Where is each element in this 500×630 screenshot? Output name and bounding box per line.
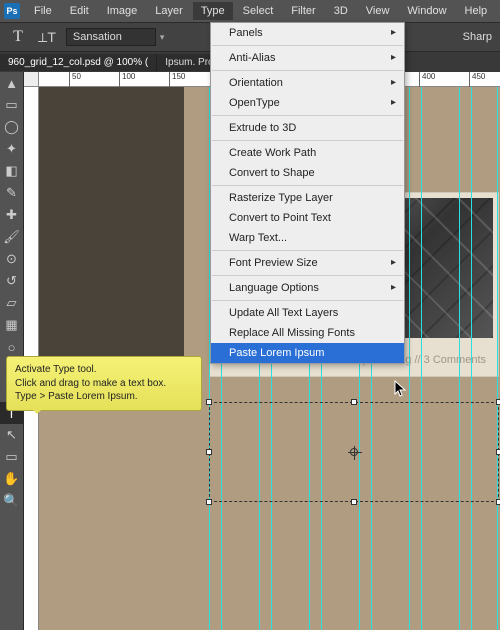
menu-image[interactable]: Image	[99, 2, 146, 20]
resize-handle[interactable]	[496, 499, 500, 505]
menu-item-convert-to-point-text[interactable]: Convert to Point Text	[211, 208, 404, 228]
menu-item-anti-alias[interactable]: Anti-Alias	[211, 48, 404, 68]
menu-item-create-work-path[interactable]: Create Work Path	[211, 143, 404, 163]
guide-line[interactable]	[421, 87, 422, 630]
menu-filter[interactable]: Filter	[283, 2, 323, 20]
resize-handle[interactable]	[206, 499, 212, 505]
shape-tool[interactable]: ▭	[0, 446, 23, 468]
ruler-corner	[24, 72, 39, 87]
resize-handle[interactable]	[206, 449, 212, 455]
document-tab[interactable]: 960_grid_12_col.psd @ 100% (	[0, 54, 157, 71]
type-tool-icon[interactable]: T	[8, 28, 28, 46]
app-icon[interactable]: Ps	[4, 3, 20, 19]
guide-line[interactable]	[409, 87, 410, 630]
menu-separator	[212, 185, 403, 186]
menu-item-panels[interactable]: Panels	[211, 23, 404, 43]
menu-item-convert-to-shape[interactable]: Convert to Shape	[211, 163, 404, 183]
menu-separator	[212, 300, 403, 301]
tooltip-line: Click and drag to make a text box.	[15, 377, 193, 391]
ruler-tick: 150	[169, 72, 185, 87]
hand-tool[interactable]: ✋	[0, 468, 23, 490]
resize-handle[interactable]	[351, 399, 357, 405]
blur-tool[interactable]: ○	[0, 336, 23, 358]
resize-handle[interactable]	[351, 499, 357, 505]
menu-separator	[212, 45, 403, 46]
menu-select[interactable]: Select	[235, 2, 282, 20]
mouse-cursor-icon	[394, 380, 408, 403]
antialias-mode[interactable]: Sharp	[463, 31, 492, 43]
guide-line[interactable]	[471, 87, 472, 630]
type-bounding-box[interactable]	[209, 402, 499, 502]
font-family-field[interactable]	[66, 28, 156, 46]
menu-window[interactable]: Window	[399, 2, 454, 20]
ruler-tick: 50	[69, 72, 81, 87]
stamp-tool[interactable]: ⊙	[0, 248, 23, 270]
healing-tool[interactable]: ✚	[0, 204, 23, 226]
wand-tool[interactable]: ✦	[0, 138, 23, 160]
menu-item-language-options[interactable]: Language Options	[211, 278, 404, 298]
instruction-tooltip: Activate Type tool. Click and drag to ma…	[6, 356, 202, 411]
lasso-tool[interactable]: ◯	[0, 116, 23, 138]
history-brush-tool[interactable]: ↺	[0, 270, 23, 292]
move-tool[interactable]: ▲	[0, 72, 23, 94]
resize-handle[interactable]	[496, 399, 500, 405]
chevron-down-icon[interactable]: ▾	[160, 32, 165, 43]
menu-item-update-all-text-layers[interactable]: Update All Text Layers	[211, 303, 404, 323]
ruler-tick: 400	[419, 72, 435, 87]
path-tool[interactable]: ↖	[0, 424, 23, 446]
menu-item-extrude-to-3d[interactable]: Extrude to 3D	[211, 118, 404, 138]
orientation-icon[interactable]: ⟂T	[38, 29, 56, 46]
menu-item-warp-text[interactable]: Warp Text...	[211, 228, 404, 248]
zoom-tool[interactable]: 🔍	[0, 490, 23, 512]
menu-3d[interactable]: 3D	[326, 2, 356, 20]
menu-separator	[212, 140, 403, 141]
menu-type[interactable]: Type	[193, 2, 233, 20]
eyedropper-tool[interactable]: ✎	[0, 182, 23, 204]
guide-line[interactable]	[497, 87, 498, 630]
menu-edit[interactable]: Edit	[62, 2, 97, 20]
menu-item-font-preview-size[interactable]: Font Preview Size	[211, 253, 404, 273]
brush-tool[interactable]: 🖌	[0, 226, 23, 248]
marquee-tool[interactable]: ▭	[0, 94, 23, 116]
crop-tool[interactable]: ◧	[0, 160, 23, 182]
menubar: Ps FileEditImageLayerTypeSelectFilter3DV…	[0, 0, 500, 22]
menu-item-replace-all-missing-fonts[interactable]: Replace All Missing Fonts	[211, 323, 404, 343]
menu-file[interactable]: File	[26, 2, 60, 20]
guide-line[interactable]	[459, 87, 460, 630]
menu-item-orientation[interactable]: Orientation	[211, 73, 404, 93]
menu-separator	[212, 70, 403, 71]
menu-view[interactable]: View	[358, 2, 398, 20]
type-menu-dropdown: Panels Anti-Alias OrientationOpenType Extru…	[210, 22, 405, 364]
tooltip-line: Type > Paste Lorem Ipsum.	[15, 390, 193, 404]
ruler-tick: 450	[469, 72, 485, 87]
menu-separator	[212, 115, 403, 116]
menu-item-opentype[interactable]: OpenType	[211, 93, 404, 113]
sidebar-panel	[39, 87, 184, 377]
menu-item-rasterize-type-layer[interactable]: Rasterize Type Layer	[211, 188, 404, 208]
menu-layer[interactable]: Layer	[147, 2, 191, 20]
resize-handle[interactable]	[206, 399, 212, 405]
menu-separator	[212, 250, 403, 251]
tool-panel: ▲▭◯✦◧✎✚🖌⊙↺▱▦○◐✒T↖▭✋🔍	[0, 72, 24, 630]
resize-handle[interactable]	[496, 449, 500, 455]
tooltip-line: Activate Type tool.	[15, 363, 193, 377]
eraser-tool[interactable]: ▱	[0, 292, 23, 314]
menu-help[interactable]: Help	[457, 2, 496, 20]
menu-item-paste-lorem-ipsum[interactable]: Paste Lorem Ipsum	[211, 343, 404, 363]
menu-separator	[212, 275, 403, 276]
gradient-tool[interactable]: ▦	[0, 314, 23, 336]
ruler-tick: 100	[119, 72, 135, 87]
center-point-icon[interactable]	[350, 448, 358, 456]
